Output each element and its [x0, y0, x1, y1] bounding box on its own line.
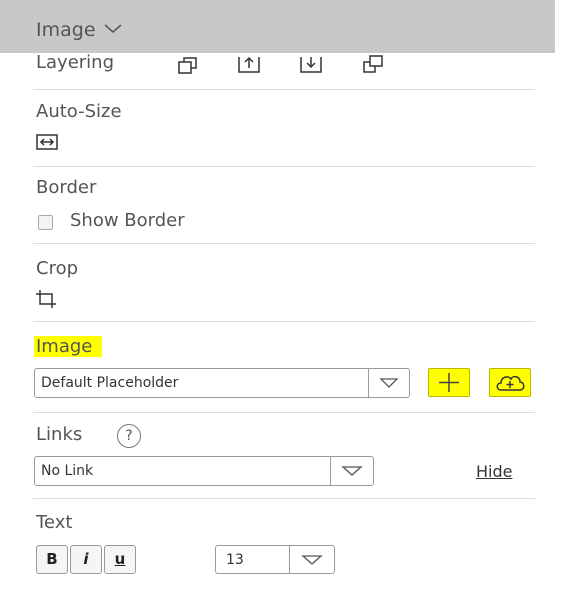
bring-to-front-icon[interactable] — [176, 56, 206, 76]
font-size-value: 13 — [226, 552, 244, 568]
divider — [33, 243, 535, 244]
upload-image-button[interactable] — [489, 368, 531, 397]
show-border-checkbox[interactable] — [38, 215, 53, 230]
bring-forward-icon[interactable] — [237, 53, 263, 75]
dropdown-arrow[interactable] — [368, 369, 409, 397]
triangle-down-icon — [341, 466, 363, 476]
bold-button[interactable]: B — [36, 545, 68, 574]
cloud-upload-icon — [496, 375, 525, 391]
send-to-back-icon[interactable] — [361, 54, 387, 74]
underline-button[interactable]: u — [104, 545, 136, 574]
triangle-down-icon — [301, 555, 323, 565]
chevron-down-icon[interactable] — [104, 24, 122, 34]
divider — [33, 166, 535, 167]
crop-label: Crop — [36, 258, 79, 279]
image-source-value: Default Placeholder — [41, 375, 179, 391]
add-image-button[interactable] — [428, 368, 470, 397]
divider — [33, 321, 535, 322]
italic-button[interactable]: i — [70, 545, 102, 574]
layering-label: Layering — [36, 52, 115, 73]
properties-panel: Image Layering Auto-Size Border Show Bor… — [0, 0, 555, 599]
show-border-label[interactable]: Show Border — [70, 210, 185, 231]
link-value: No Link — [41, 463, 94, 479]
image-label: Image — [34, 336, 103, 357]
triangle-down-icon — [379, 378, 399, 388]
font-size-select[interactable]: 13 — [215, 545, 335, 574]
dropdown-arrow[interactable] — [330, 457, 373, 485]
autosize-label: Auto-Size — [36, 101, 122, 122]
send-backward-icon[interactable] — [299, 53, 325, 75]
panel-header[interactable]: Image — [0, 0, 555, 53]
border-label: Border — [36, 177, 97, 198]
divider — [33, 498, 535, 499]
divider — [33, 89, 535, 90]
link-select[interactable]: No Link — [34, 456, 374, 486]
crop-icon[interactable] — [34, 288, 62, 310]
dropdown-arrow[interactable] — [289, 546, 334, 573]
image-source-select[interactable]: Default Placeholder — [34, 368, 410, 398]
hide-link[interactable]: Hide — [476, 462, 512, 481]
panel-title: Image — [36, 19, 96, 41]
auto-size-icon[interactable] — [36, 134, 60, 152]
divider — [33, 412, 535, 413]
help-icon[interactable]: ? — [117, 424, 141, 448]
plus-icon — [439, 373, 459, 392]
links-label: Links — [36, 424, 83, 445]
text-label: Text — [36, 512, 73, 533]
